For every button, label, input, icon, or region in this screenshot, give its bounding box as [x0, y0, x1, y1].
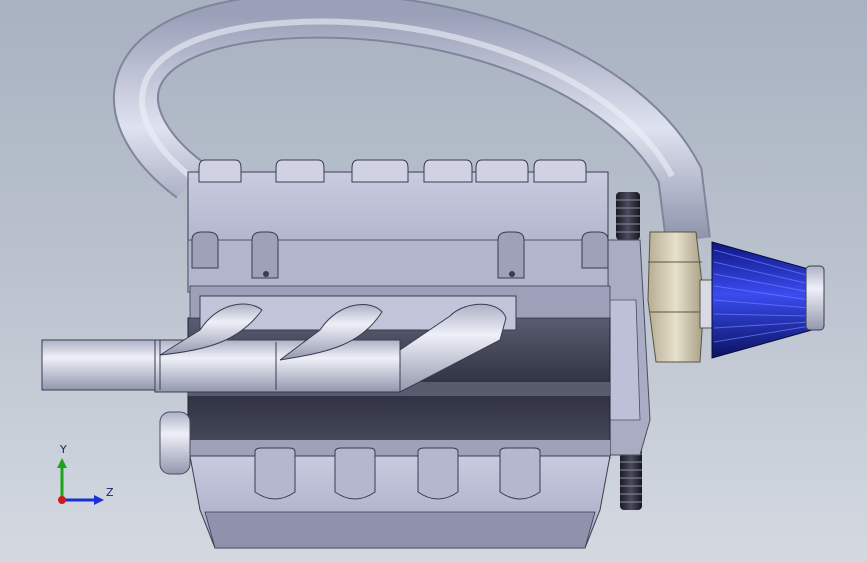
cylinder-head[interactable]: [187, 159, 611, 319]
y-axis-label: Y: [59, 443, 67, 456]
y-axis-arrow-icon: [57, 458, 67, 468]
oil-pan[interactable]: [189, 447, 611, 549]
intake-elbow[interactable]: [647, 231, 715, 363]
upper-pulley[interactable]: [616, 192, 640, 240]
model-viewport[interactable]: [0, 0, 867, 562]
x-axis-dot-icon: [58, 496, 66, 504]
air-filter[interactable]: [711, 241, 825, 359]
z-axis-label: Z: [106, 486, 114, 499]
z-axis-arrow-icon: [94, 495, 104, 505]
coordinate-triad: Y Z: [57, 443, 114, 505]
side-plug[interactable]: [159, 411, 191, 475]
